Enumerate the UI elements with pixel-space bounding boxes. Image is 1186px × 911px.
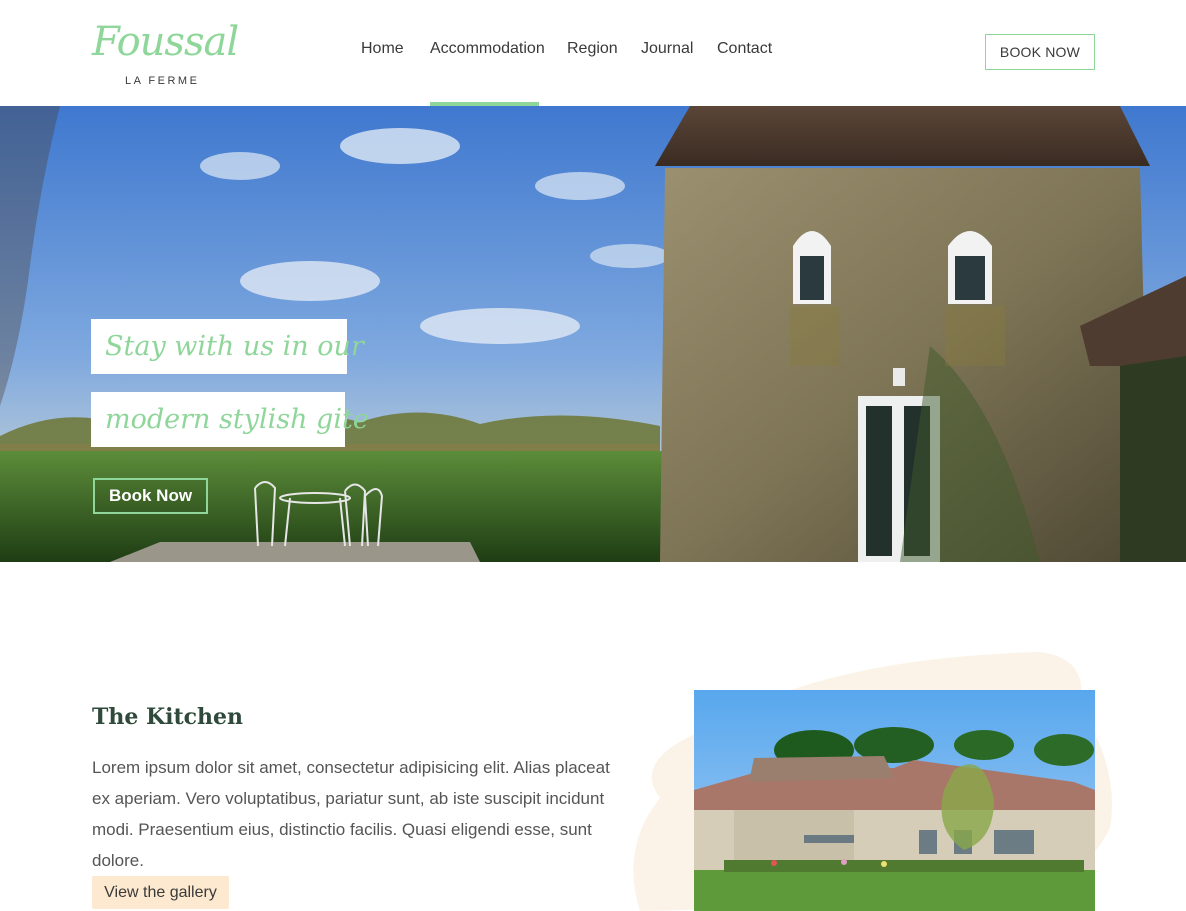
hero-tagline-line-1: Stay with us in our	[91, 319, 364, 374]
view-gallery-button[interactable]: View the gallery	[92, 876, 229, 909]
site-header: Foussal LA FERME Home Accommodation Regi…	[0, 0, 1186, 106]
nav-item-accommodation[interactable]: Accommodation	[430, 40, 545, 58]
hero-tagline-line-2: modern stylish gite	[91, 392, 369, 447]
logo-subtitle: LA FERME	[125, 75, 200, 87]
nav-item-region[interactable]: Region	[567, 40, 618, 58]
nav-item-home[interactable]: Home	[361, 40, 404, 58]
hero-book-now-button[interactable]: Book Now	[93, 478, 208, 514]
nav-item-journal[interactable]: Journal	[641, 40, 693, 58]
header-book-now-button[interactable]: BOOK NOW	[985, 34, 1095, 70]
site-logo[interactable]: Foussal LA FERME	[92, 16, 239, 90]
kitchen-farmhouse-photo	[694, 690, 1095, 911]
nav-item-contact[interactable]: Contact	[717, 40, 772, 58]
kitchen-section-title: The Kitchen	[92, 704, 244, 730]
kitchen-description: Lorem ipsum dolor sit amet, consectetur …	[92, 758, 610, 870]
hero-section: Stay with us in our modern stylish gite …	[0, 106, 1186, 562]
logo-script-text: Foussal	[92, 19, 239, 65]
